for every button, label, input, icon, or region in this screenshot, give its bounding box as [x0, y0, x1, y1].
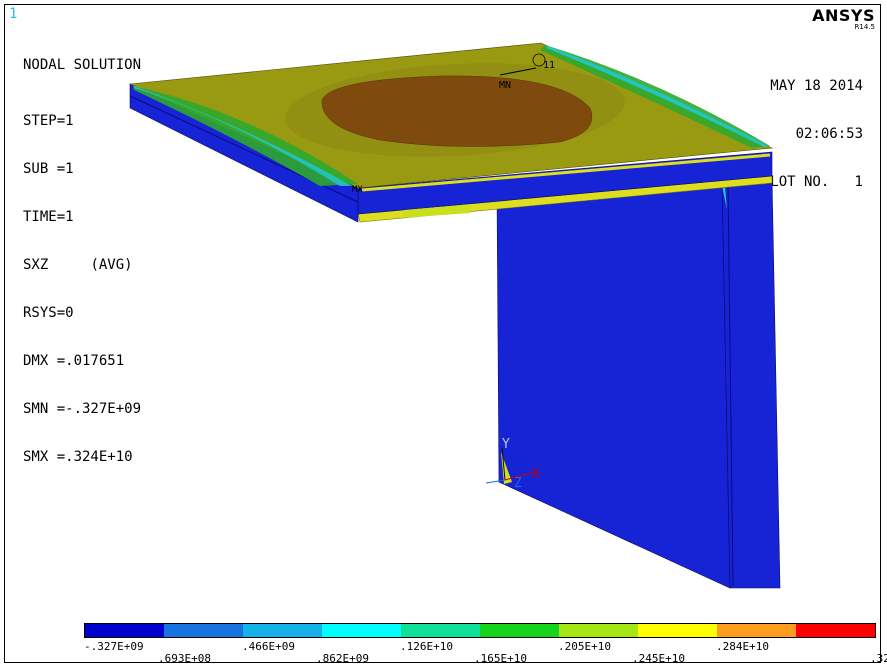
legend-swatch-6: [559, 624, 638, 637]
plate-center-contour: [321, 75, 593, 147]
legend-label-high-1: .862E+09: [316, 652, 369, 665]
legend-label-high-4: .324E+10: [870, 652, 887, 665]
color-legend: [84, 623, 876, 638]
legend-swatch-7: [638, 624, 717, 637]
legend-swatch-2: [243, 624, 322, 637]
legend-swatch-3: [322, 624, 401, 637]
triad-z-label: Z: [514, 476, 522, 491]
legend-label-high-3: .245E+10: [632, 652, 685, 665]
mx-marker-label: MX: [352, 185, 363, 195]
wall-side-face: [496, 181, 731, 589]
legend-label-high-2: .165E+10: [474, 652, 527, 665]
fea-model-view: MN 11 MX X Y Z: [128, 42, 781, 589]
legend-swatch-0: [85, 624, 164, 637]
legend-swatch-9: [796, 624, 875, 637]
legend-label-low-0: -.327E+09: [84, 640, 144, 653]
legend-swatch-4: [401, 624, 480, 637]
legend-swatch-1: [164, 624, 243, 637]
legend-swatch-5: [480, 624, 559, 637]
legend-label-low-1: .466E+09: [242, 640, 295, 653]
legend-label-high-0: .693E+08: [158, 652, 211, 665]
legend-label-low-2: .126E+10: [400, 640, 453, 653]
legend-label-low-4: .284E+10: [716, 640, 769, 653]
triad-x-label: X: [532, 467, 540, 482]
legend-swatch-8: [717, 624, 796, 637]
legend-label-low-3: .205E+10: [558, 640, 611, 653]
node-marker-label: 11: [543, 60, 555, 71]
legend-color-bar: [84, 623, 876, 638]
triad-y-label: Y: [502, 437, 510, 452]
mn-marker-label: MN: [499, 80, 511, 91]
